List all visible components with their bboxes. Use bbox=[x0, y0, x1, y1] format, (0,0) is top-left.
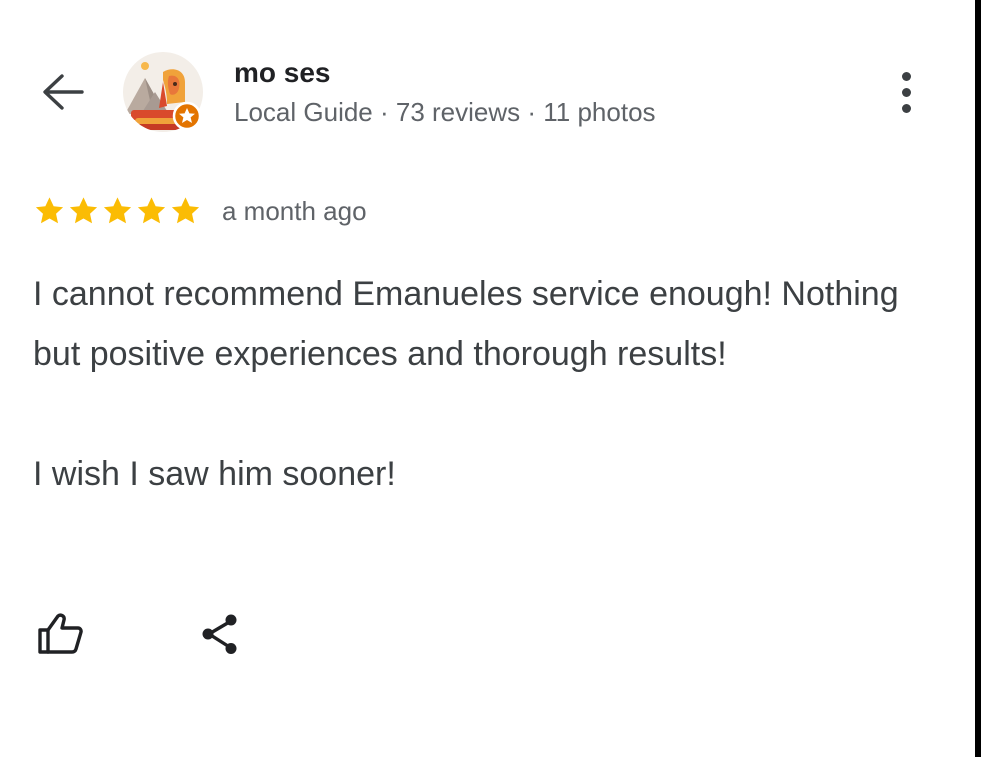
review-text: I cannot recommend Emanueles service eno… bbox=[33, 264, 933, 504]
share-button[interactable] bbox=[190, 608, 250, 664]
like-button[interactable] bbox=[30, 608, 90, 664]
rating-row: a month ago bbox=[33, 193, 367, 229]
thumb-up-icon bbox=[36, 612, 84, 661]
star-icon bbox=[171, 197, 200, 224]
star-icon bbox=[69, 197, 98, 224]
review-paragraph: I wish I saw him sooner! bbox=[33, 455, 396, 493]
review-time: a month ago bbox=[222, 195, 367, 226]
star-icon bbox=[103, 197, 132, 224]
reviewer-name[interactable]: mo ses bbox=[234, 56, 331, 90]
sphinx-avatar-image bbox=[123, 52, 203, 132]
star-icon bbox=[35, 197, 64, 224]
avatar[interactable] bbox=[123, 52, 203, 132]
more-vertical-icon-dot bbox=[901, 71, 911, 81]
more-vertical-icon-dot bbox=[901, 103, 911, 113]
star-icon bbox=[137, 197, 166, 224]
right-edge-bar bbox=[975, 0, 981, 757]
star-rating bbox=[33, 195, 202, 227]
arrow-left-icon bbox=[40, 72, 84, 117]
more-options-button[interactable] bbox=[888, 66, 924, 118]
back-button[interactable] bbox=[38, 72, 86, 116]
reviewer-meta: Local Guide · 73 reviews · 11 photos bbox=[234, 97, 656, 127]
local-guide-badge-icon bbox=[172, 101, 202, 131]
review-paragraph: I cannot recommend Emanueles service eno… bbox=[33, 275, 899, 373]
more-vertical-icon-dot bbox=[901, 87, 911, 97]
share-icon bbox=[198, 612, 242, 661]
